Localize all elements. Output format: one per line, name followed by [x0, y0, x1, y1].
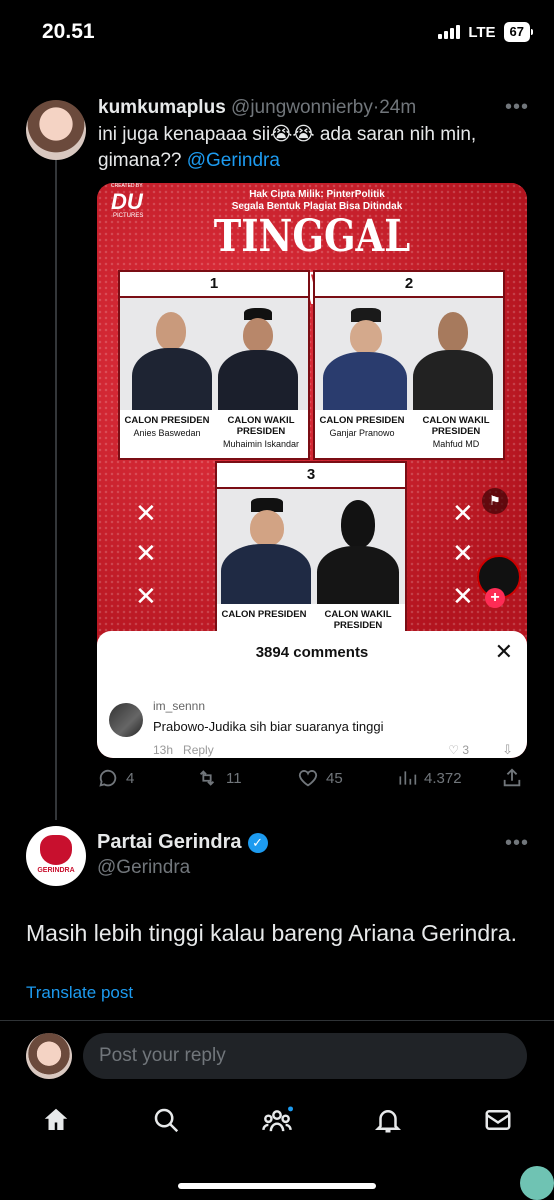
x-mark-icon: ✕	[135, 498, 157, 528]
battery-icon: 67	[503, 22, 534, 42]
bottom-nav	[0, 1095, 554, 1155]
candidate-number: 2	[315, 272, 503, 298]
comments-count: 3894 comments	[255, 644, 369, 661]
comment-like[interactable]: ♡ 3	[448, 743, 469, 757]
author-name[interactable]: kumkumaplus	[98, 97, 226, 118]
author-handle[interactable]: @jungwonnierby	[231, 97, 373, 118]
retweet-icon	[199, 770, 215, 786]
mention-link[interactable]: @Gerindra	[187, 150, 280, 171]
comment-avatar[interactable]	[109, 703, 143, 737]
signal-icon	[438, 25, 461, 39]
candidate-photo	[315, 298, 503, 410]
tweet-author[interactable]: Partai Gerindra ✓	[97, 831, 268, 854]
pres-label: CALON PRESIDEN	[319, 415, 405, 426]
tweet-actions: 4 11 45 4.372	[97, 767, 527, 791]
dislike-icon[interactable]: ⇩	[502, 742, 513, 758]
communities-icon[interactable]	[261, 1105, 293, 1135]
eagle-logo-icon	[40, 835, 72, 865]
candidate-box-1: 1 CALON PRESIDEN Anies Baswedan CALON WAK…	[118, 270, 310, 460]
x-mark-icon: ✕	[135, 581, 157, 611]
vp-label: CALON WAKIL PRESIDEN	[227, 415, 295, 437]
x-mark-icon: ✕	[135, 538, 157, 568]
plus-icon[interactable]: +	[485, 588, 505, 608]
candidate-number: 1	[120, 272, 308, 298]
heart-icon	[298, 770, 318, 787]
more-options-icon[interactable]: •••	[505, 832, 529, 855]
close-icon[interactable]: ✕	[495, 639, 513, 665]
like-action[interactable]: 45	[297, 767, 343, 789]
author-handle[interactable]: @Gerindra	[97, 857, 190, 879]
tweet-media[interactable]: CREATED BY DU PICTURES Hak Cipta Milik: …	[97, 183, 527, 758]
x-mark-icon: ✕	[452, 538, 474, 568]
comment-user[interactable]: im_sennn	[153, 699, 205, 713]
comment-reply-link[interactable]: Reply	[183, 743, 214, 757]
tweet-author[interactable]: kumkumaplus @jungwonnierby·24m	[98, 97, 416, 119]
poster-image: CREATED BY DU PICTURES Hak Cipta Milik: …	[97, 183, 527, 665]
reply-icon	[99, 769, 117, 787]
tweet-text-body: ini juga kenapaaa sii😭😭 ada saran nih mi…	[98, 124, 477, 171]
vp-label: CALON WAKIL PRESIDEN	[324, 609, 392, 631]
candidate-box-2: 2 CALON PRESIDEN Ganjar Pranowo CALON WAK…	[313, 270, 505, 460]
reply-action[interactable]: 4	[97, 767, 134, 789]
like-count: 45	[326, 769, 343, 787]
author-name[interactable]: Partai Gerindra	[97, 831, 242, 854]
retweet-count: 11	[226, 769, 242, 787]
candidate-number: 3	[217, 463, 405, 489]
my-avatar[interactable]	[26, 1033, 72, 1079]
verified-badge-icon: ✓	[247, 832, 268, 853]
translate-link[interactable]: Translate post	[26, 983, 133, 1003]
gerindra-avatar[interactable]: GERINDRA	[26, 826, 86, 886]
flag-icon[interactable]: ⚑	[482, 488, 508, 514]
view-count: 4.372	[424, 769, 462, 787]
bell-icon[interactable]	[373, 1105, 403, 1135]
tweet-text: ini juga kenapaaa sii😭😭 ada saran nih mi…	[98, 122, 518, 174]
pres-name: Ganjar Pranowo	[329, 428, 395, 438]
thread-line	[55, 160, 57, 820]
views-icon	[399, 771, 417, 785]
home-icon[interactable]	[41, 1105, 71, 1135]
comment-like-count: 3	[462, 743, 469, 757]
comment-meta: 13h Reply	[153, 743, 214, 757]
retweet-action[interactable]: 11	[195, 767, 242, 789]
tweet-time: 24m	[379, 97, 417, 118]
comments-panel: 3894 comments ✕ im_sennn Prabowo-Judika …	[97, 631, 527, 758]
avatar[interactable]	[26, 100, 86, 160]
comment-text: Prabowo-Judika sih biar suaranya tinggi	[153, 719, 384, 734]
network-label: LTE	[468, 23, 496, 41]
x-mark-icon: ✕	[452, 498, 474, 528]
search-icon[interactable]	[151, 1105, 181, 1135]
vp-label: CALON WAKIL PRESIDEN	[422, 415, 490, 437]
vp-name: Mahfud MD	[432, 439, 480, 449]
comment-age: 13h	[153, 743, 174, 757]
status-indicators: LTE 67	[438, 22, 534, 42]
divider	[0, 1020, 554, 1021]
candidate-photo	[217, 489, 405, 604]
share-action[interactable]	[501, 767, 523, 789]
reply-count: 4	[126, 769, 135, 787]
more-options-icon[interactable]: •••	[505, 96, 529, 119]
pres-label: CALON PRESIDEN	[124, 415, 210, 426]
candidate-photo	[120, 298, 308, 410]
x-mark-icon: ✕	[452, 581, 474, 611]
avatar-text: GERINDRA	[37, 867, 75, 874]
vp-name: Muhaimin Iskandar	[222, 439, 300, 449]
status-time: 20.51	[42, 20, 95, 43]
home-indicator[interactable]	[178, 1183, 376, 1189]
tweet-text: Masih lebih tinggi kalau bareng Ariana G…	[26, 920, 517, 946]
reply-input[interactable]: Post your reply	[83, 1033, 527, 1079]
floating-avatar[interactable]	[520, 1166, 554, 1200]
views-action[interactable]: 4.372	[397, 767, 462, 789]
mail-icon[interactable]	[483, 1105, 513, 1135]
share-icon	[503, 768, 521, 787]
copyright-line-1: Hak Cipta Milik: PinterPolitik	[249, 189, 385, 200]
pres-name: Anies Baswedan	[133, 428, 201, 438]
pres-label: CALON PRESIDEN	[221, 609, 307, 620]
